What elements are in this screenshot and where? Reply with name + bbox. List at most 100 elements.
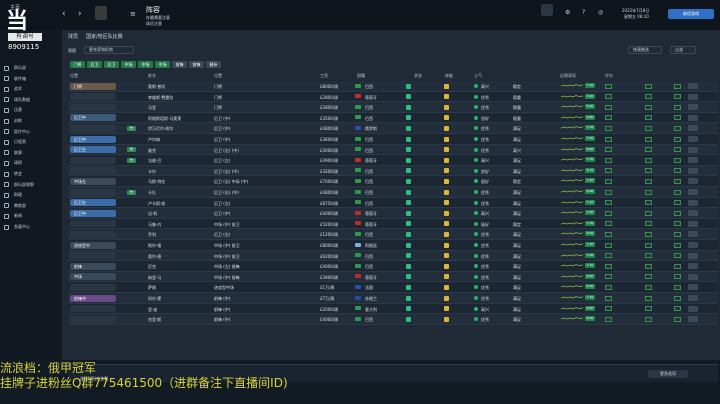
sidebar-item[interactable]: 战术 (4, 85, 60, 93)
table-row[interactable]: 后卫中 阿格斯塔斯·马奥莱 后卫 (中) £3500/周 巴西 良好 稳重 6.80 (68, 112, 718, 124)
row-checkbox[interactable] (645, 200, 652, 206)
row-checkbox[interactable] (674, 242, 681, 248)
position-select[interactable]: 后卫左 (70, 199, 116, 207)
row-action-button[interactable] (688, 104, 698, 111)
sidebar-item[interactable]: 教练部 (4, 202, 60, 210)
row-checkbox[interactable] (645, 136, 652, 142)
player-name[interactable]: 卡扎 (148, 190, 210, 195)
row-checkbox[interactable] (674, 83, 681, 89)
column-header-form[interactable]: 近期表现 (560, 73, 576, 79)
row-action-button[interactable] (688, 199, 698, 206)
row-checkbox[interactable] (605, 306, 612, 312)
position-select[interactable]: 后卫中 (70, 114, 116, 122)
row-checkbox[interactable] (605, 316, 612, 322)
column-header-rating[interactable]: 评分 (605, 73, 613, 79)
menu-icon[interactable]: ≡ (130, 10, 136, 18)
sidebar-item[interactable]: 俱乐部视野 (4, 181, 60, 189)
more-options-button[interactable]: 更多选项 (648, 370, 688, 378)
row-action-button[interactable] (688, 210, 698, 217)
row-checkbox[interactable] (674, 168, 681, 174)
row-checkbox[interactable] (605, 189, 612, 195)
player-name[interactable]: 纳里·马 (148, 275, 210, 280)
sidebar-item[interactable]: 医疗中心 (4, 128, 60, 136)
position-select[interactable]: 前锋 (70, 262, 116, 270)
position-filter-button[interactable]: 中场 (155, 61, 170, 68)
player-name[interactable]: 马里 (148, 105, 210, 110)
table-row[interactable]: 马鲁·内 中场 (中) 前卫 £5200/周 葡萄牙 极好 稳定 7.30 (68, 218, 718, 230)
table-row[interactable]: 伤 卡扎 后卫 (右) (中) £4800/周 巴西 优秀 满足 6.90 (68, 187, 718, 198)
player-name[interactable]: 维克 (148, 148, 210, 153)
row-action-button[interactable] (688, 136, 698, 142)
table-row[interactable]: 进攻型中 佩尔·格 中场 (中) 前卫 £8000/周 阿根廷 优秀 满足 7.20 (68, 240, 718, 251)
row-checkbox[interactable] (645, 115, 652, 121)
sidebar-item[interactable]: 训练 (4, 117, 60, 125)
forward-icon[interactable]: › (78, 9, 82, 19)
position-select[interactable]: 门将 (70, 82, 116, 90)
row-checkbox[interactable] (674, 104, 681, 110)
row-action-button[interactable] (688, 125, 698, 132)
row-checkbox[interactable] (605, 295, 612, 301)
row-checkbox[interactable] (645, 83, 652, 89)
row-checkbox[interactable] (674, 284, 681, 290)
sidebar-item[interactable]: 发展中心 (4, 223, 60, 231)
column-header-pos[interactable]: 位置 (70, 73, 78, 79)
table-row[interactable]: 后卫左 卢卡斯·席 后卫 (左) £8750/周 巴西 优秀 满足 7.10 (68, 197, 718, 209)
position-select[interactable]: 中场 (70, 273, 116, 281)
player-name[interactable]: 马鲁·内 (148, 222, 210, 227)
row-checkbox[interactable] (645, 189, 652, 195)
tab-national[interactable]: 国家/地区队比赛 (86, 33, 123, 40)
sidebar-item[interactable]: 财政 (4, 191, 60, 199)
position-filter-button[interactable]: 后卫 (87, 61, 102, 68)
row-action-button[interactable] (688, 220, 698, 227)
player-name[interactable]: 阿格斯塔斯·马奥莱 (148, 116, 210, 121)
row-checkbox[interactable] (645, 316, 652, 322)
row-checkbox[interactable] (605, 200, 612, 206)
filter-dropdown[interactable]: 过滤 (670, 46, 696, 54)
row-checkbox[interactable] (674, 295, 681, 301)
position-filter-button[interactable]: 替补 (206, 61, 221, 68)
column-header-nation[interactable]: 国籍 (357, 73, 365, 79)
row-action-button[interactable] (688, 284, 698, 291)
table-row[interactable]: 前锋 尼克 中场 (左) 前锋 £4000/周 巴西 优秀 满足 7.10 (68, 261, 718, 272)
row-checkbox[interactable] (605, 231, 612, 237)
row-checkbox[interactable] (645, 242, 652, 248)
column-header-fitness[interactable]: 体能 (445, 73, 453, 79)
row-checkbox[interactable] (645, 284, 652, 290)
row-checkbox[interactable] (645, 104, 652, 110)
position-select-empty[interactable] (70, 220, 116, 228)
sidebar-item[interactable]: 转会 (4, 170, 60, 178)
row-action-button[interactable] (688, 189, 698, 195)
row-action-button[interactable] (688, 167, 698, 174)
row-checkbox[interactable] (605, 242, 612, 248)
row-checkbox[interactable] (645, 178, 652, 184)
player-name[interactable]: 里·迪 (148, 307, 210, 312)
row-checkbox[interactable] (674, 115, 681, 121)
row-checkbox[interactable] (674, 189, 681, 195)
position-filter-button[interactable]: 前锋 (189, 61, 204, 68)
row-action-button[interactable] (688, 178, 698, 185)
quick-pick-dropdown[interactable]: 快速挑选 (628, 46, 662, 54)
row-action-button[interactable] (688, 305, 698, 312)
row-checkbox[interactable] (605, 274, 612, 280)
row-action-button[interactable] (688, 146, 698, 153)
row-checkbox[interactable] (605, 178, 612, 184)
player-name[interactable]: 克里·斯 (148, 317, 210, 322)
table-row[interactable]: 后卫中 卢尔梅 后卫 (中) £3600/周 巴西 优秀 满足 7.00 (68, 134, 718, 145)
position-filter-button[interactable]: 前锋 (172, 61, 187, 68)
row-checkbox[interactable] (605, 147, 612, 153)
position-select[interactable]: 前锋中 (70, 294, 116, 302)
table-row[interactable]: 卡尔 后卫 (右) (中) £3200/周 巴西 良好 满足 6.70 (68, 165, 718, 177)
row-checkbox[interactable] (645, 295, 652, 301)
table-row[interactable]: 里·迪 前锋 (中) £2000/周 意大利 高兴 满足 6.80 (68, 303, 718, 315)
table-row[interactable]: 中场 纳里·马 中场 (中) 前锋 £3900/周 葡萄牙 优秀 满足 6.90 (68, 271, 718, 283)
sidebar-item[interactable]: 联赛 (4, 149, 60, 157)
sidebar-item[interactable]: 日程表 (4, 138, 60, 146)
row-checkbox[interactable] (674, 274, 681, 280)
player-name[interactable]: 卡尔 (148, 169, 210, 174)
table-row[interactable]: 前锋中 科尔·蒙 前锋 (中) £7万/周 苏格兰 优秀 满足 7.40 (68, 293, 718, 304)
position-filter-button[interactable]: 中场 (121, 61, 136, 68)
row-checkbox[interactable] (645, 94, 652, 100)
row-checkbox[interactable] (674, 306, 681, 312)
row-checkbox[interactable] (674, 125, 681, 131)
sidebar-item[interactable]: 收件箱 (4, 75, 60, 83)
